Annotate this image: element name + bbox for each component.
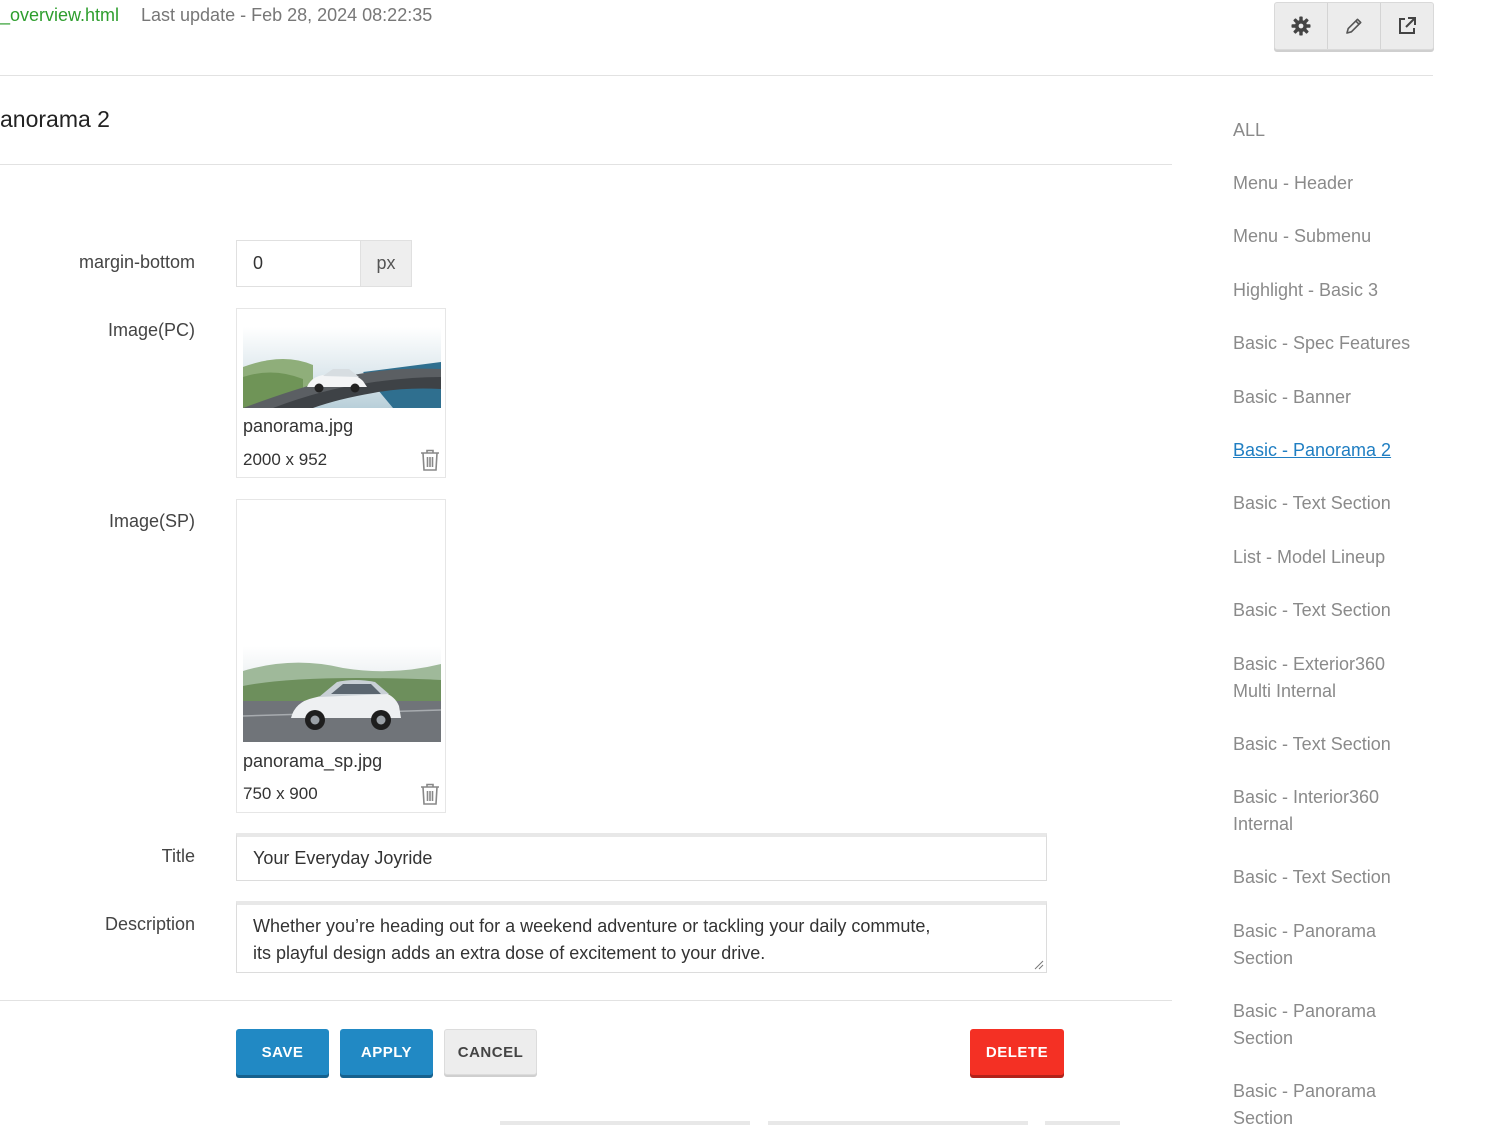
partial-element [500, 1121, 750, 1125]
partial-element [1045, 1121, 1120, 1125]
image-pc-filename: panorama.jpg [243, 416, 354, 436]
sidebar-item-menu-submenu[interactable]: Menu - Submenu [1233, 223, 1473, 250]
file-name-link[interactable]: _overview.html [0, 5, 119, 26]
sidebar-item-label: Section [1233, 1108, 1294, 1128]
sidebar-item-label: Basic - Panorama [1233, 921, 1377, 941]
sidebar-item-text-section[interactable]: Basic - Text Section [1233, 731, 1473, 758]
delete-button[interactable]: DELETE [970, 1029, 1064, 1075]
sidebar-item-text-section[interactable]: Basic - Text Section [1233, 864, 1473, 891]
sidebar-item-highlight-basic-3[interactable]: Highlight - Basic 3 [1233, 277, 1473, 304]
title-divider [0, 164, 1172, 165]
title-input[interactable]: Your Everyday Joyride [236, 833, 1047, 881]
image-sp-filename: panorama_sp.jpg [243, 751, 383, 771]
actions-divider [0, 1000, 1172, 1001]
sidebar-item-all[interactable]: ALL [1233, 117, 1473, 144]
image-pc-label: Image(PC) [107, 320, 195, 340]
sidebar-item-label: Section [1233, 948, 1294, 968]
page-title: anorama 2 [0, 106, 110, 132]
sidebar-item-panorama-section[interactable]: Basic - Panorama Section [1233, 918, 1473, 972]
description-line-1: Whether you’re heading out for a weekend… [253, 916, 931, 936]
sidebar-item-label: Basic - Panorama [1233, 1081, 1377, 1101]
external-link-icon [1399, 17, 1416, 34]
toolbar [1274, 2, 1434, 50]
margin-bottom-input[interactable]: 0 [236, 240, 360, 287]
resize-handle-icon[interactable] [1034, 960, 1044, 970]
last-update-text: Last update - Feb 28, 2024 08:22:35 [141, 5, 433, 25]
image-sp-label: Image(SP) [108, 511, 195, 531]
sidebar-item-panorama-section[interactable]: Basic - Panorama Section [1233, 1078, 1473, 1132]
save-button[interactable]: SAVE [236, 1029, 329, 1075]
sidebar-item-panorama-section[interactable]: Basic - Panorama Section [1233, 998, 1473, 1052]
sidebar-item-label: Basic - Exterior360 [1233, 654, 1386, 674]
margin-bottom-field: 0 px [236, 240, 412, 287]
margin-bottom-unit: px [360, 240, 412, 287]
sidebar-item-text-section[interactable]: Basic - Text Section [1233, 490, 1473, 517]
image-sp-thumbnail[interactable] [243, 646, 441, 742]
image-sp-card: panorama_sp.jpg 750 x 900 [236, 499, 446, 813]
description-line-2: its playful design adds an extra dose of… [253, 943, 766, 963]
sidebar-item-label: Basic - Panorama [1233, 1001, 1377, 1021]
title-label: Title [161, 846, 195, 866]
title-input-value: Your Everyday Joyride [253, 848, 433, 868]
trash-icon[interactable] [419, 448, 441, 472]
sidebar-item-panorama-2[interactable]: Basic - Panorama 2 [1233, 437, 1473, 464]
apply-button[interactable]: APPLY [340, 1029, 433, 1075]
sidebar-item-label: Section [1233, 1028, 1294, 1048]
sidebar-item-banner[interactable]: Basic - Banner [1233, 384, 1473, 411]
sidebar-item-label: Multi Internal [1233, 681, 1337, 701]
sidebar-item-interior360[interactable]: Basic - Interior360 Internal [1233, 784, 1473, 838]
sidebar-item-text-section[interactable]: Basic - Text Section [1233, 597, 1473, 624]
description-textarea[interactable]: Whether you’re heading out for a weekend… [236, 901, 1047, 973]
pencil-icon [1346, 18, 1362, 34]
settings-button[interactable] [1275, 3, 1328, 49]
gear-icon [1291, 16, 1311, 36]
image-pc-thumbnail[interactable] [243, 327, 441, 408]
sidebar-item-label: Basic - Interior360 [1233, 787, 1380, 807]
cancel-button[interactable]: CANCEL [444, 1029, 537, 1075]
sidebar-item-label: Internal [1233, 814, 1294, 834]
sidebar-item-model-lineup[interactable]: List - Model Lineup [1233, 544, 1473, 571]
partial-element [768, 1121, 1028, 1125]
description-label: Description [104, 914, 195, 934]
image-sp-dimensions: 750 x 900 [243, 784, 318, 803]
sidebar-item-exterior360[interactable]: Basic - Exterior360 Multi Internal [1233, 651, 1473, 705]
sidebar-item-menu-header[interactable]: Menu - Header [1233, 170, 1473, 197]
open-external-button[interactable] [1381, 3, 1433, 49]
trash-icon[interactable] [419, 782, 441, 806]
sidebar-item-spec-features[interactable]: Basic - Spec Features [1233, 330, 1473, 357]
edit-button[interactable] [1328, 3, 1381, 49]
margin-bottom-label: margin-bottom [78, 252, 195, 272]
image-pc-dimensions: 2000 x 952 [243, 450, 328, 469]
header-divider [0, 75, 1433, 76]
image-pc-card: panorama.jpg 2000 x 952 [236, 308, 446, 478]
